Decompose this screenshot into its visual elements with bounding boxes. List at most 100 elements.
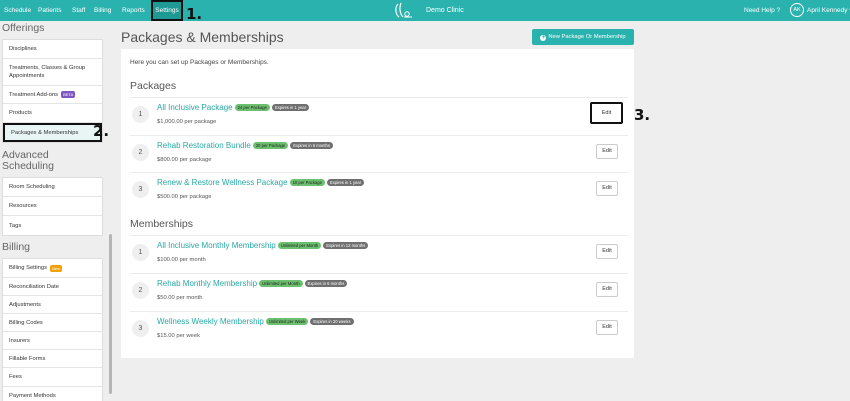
sidebar-item-label: Room Scheduling [9, 184, 55, 190]
sidebar-item-disciplines[interactable]: Disciplines [3, 40, 102, 59]
intro-text: Here you can set up Packages or Membersh… [130, 59, 269, 66]
callout-2: 2. [93, 122, 110, 140]
row-number: 2 [132, 144, 149, 161]
sidebar-item-label: Treatments, Classes & Group Appointments [9, 65, 86, 79]
sidebar-heading-offerings: Offerings [2, 22, 45, 34]
sidebar-item-label: Adjustments [9, 301, 41, 308]
sidebar-item-billing-settings[interactable]: Billing Settings New [3, 259, 102, 278]
edit-button[interactable]: Edit [596, 320, 618, 335]
sidebar-item-treatments[interactable]: Treatments, Classes & Group Appointments [3, 59, 102, 86]
clinic-name: Demo Clinic [426, 7, 464, 14]
nav-settings[interactable]: Settings [151, 0, 183, 21]
nav-patients[interactable]: Patients [38, 0, 62, 21]
sidebar-item-products[interactable]: Products [3, 104, 102, 123]
edit-button[interactable]: Edit [590, 102, 623, 124]
sidebar-item-label: Payment Methods [9, 393, 56, 399]
sidebar-item-packages-memberships[interactable]: Packages & Memberships [3, 123, 102, 142]
expiry-badge: Expires in 6 months [290, 142, 333, 149]
sidebar-group-offerings: Disciplines Treatments, Classes & Group … [2, 39, 103, 143]
membership-row: 1 All Inclusive Monthly Membership Unlimi… [130, 235, 628, 272]
membership-price: $50.00 per month [157, 295, 203, 301]
package-name-line: Rehab Restoration Bundle 20 per Package Ex… [157, 141, 333, 150]
quantity-badge: 10 per Package [289, 179, 325, 186]
edit-button[interactable]: Edit [596, 144, 618, 159]
row-number: 3 [132, 320, 149, 337]
user-menu[interactable]: April Kennedy ▾ [807, 0, 850, 21]
package-name-link[interactable]: Rehab Restoration Bundle [157, 141, 251, 150]
help-link[interactable]: Need Help ? [744, 0, 780, 21]
sidebar-item-room-scheduling[interactable]: Room Scheduling [3, 178, 102, 197]
sidebar-item-reconciliation-date[interactable]: Reconciliation Date [3, 278, 102, 296]
membership-name-link[interactable]: Rehab Monthly Membership [157, 279, 257, 288]
quantity-badge: 20 per Package [252, 142, 289, 149]
sidebar-item-tags[interactable]: Tags [3, 216, 102, 235]
package-price: $1,000.00 per package [157, 119, 217, 125]
sidebar-item-label: Packages & Memberships [11, 129, 79, 136]
quantity-badge: Unlimited per Month [259, 280, 303, 287]
sidebar-item-treatment-addons[interactable]: Treatment Add-ons BETA [3, 86, 102, 104]
membership-name-link[interactable]: Wellness Weekly Membership [157, 317, 264, 326]
top-navigation: Schedule Patients Staff Billing Reports … [0, 0, 850, 21]
nav-billing[interactable]: Billing [94, 0, 111, 21]
membership-price: $100.00 per month [157, 257, 206, 263]
package-name-link[interactable]: Renew & Restore Wellness Package [157, 178, 288, 187]
new-badge: New [50, 264, 63, 272]
sidebar-heading-billing: Billing [2, 241, 31, 253]
package-name-line: All Inclusive Package 24 per Package Expir… [157, 103, 310, 112]
clinic-logo-icon [395, 2, 412, 18]
package-row: 2 Rehab Restoration Bundle 20 per Package… [130, 135, 628, 172]
membership-price: $15.00 per week [157, 333, 200, 339]
sidebar-scrollbar[interactable] [109, 234, 112, 394]
package-price: $500.00 per package [157, 194, 212, 200]
sidebar-item-insurers[interactable]: Insurers [3, 332, 102, 350]
callout-3: 3. [634, 106, 651, 124]
membership-name-link[interactable]: All Inclusive Monthly Membership [157, 241, 276, 250]
plus-circle-icon: + [540, 35, 547, 41]
nav-staff[interactable]: Staff [72, 0, 85, 21]
expiry-badge: Expires in 6 months [304, 280, 348, 287]
sidebar-item-label: Treatment Add-ons [9, 91, 59, 98]
membership-row: 3 Wellness Weekly Membership Unlimited pe… [130, 311, 628, 348]
sidebar-group-advanced: Room Scheduling Resources Tags [2, 177, 103, 236]
package-row: 3 Renew & Restore Wellness Package 10 per… [130, 172, 628, 209]
new-package-membership-button[interactable]: + New Package Or Membership [532, 29, 634, 45]
edit-button[interactable]: Edit [596, 282, 618, 297]
sidebar-item-label: Tags [9, 222, 22, 229]
membership-row: 2 Rehab Monthly Membership Unlimited per … [130, 273, 628, 310]
expiry-badge: Expires in 12 months [323, 242, 369, 249]
beta-badge: BETA [61, 91, 76, 98]
row-number: 2 [132, 282, 149, 299]
row-number: 1 [132, 106, 149, 123]
packages-heading: Packages [130, 80, 177, 92]
row-number: 3 [132, 181, 149, 198]
sidebar-item-fillable-forms[interactable]: Fillable Forms [3, 350, 102, 368]
new-button-label: New Package Or Membership [548, 34, 626, 40]
callout-1: 1. [186, 5, 203, 23]
sidebar-item-label: Billing Settings [9, 265, 48, 271]
sidebar-item-label: Reconciliation Date [9, 283, 59, 290]
sidebar-item-label: Disciplines [9, 46, 37, 52]
sidebar-item-resources[interactable]: Resources [3, 197, 102, 216]
quantity-badge: Unlimited per Week [265, 318, 309, 325]
sidebar-item-adjustments[interactable]: Adjustments [3, 296, 102, 314]
package-name-line: Renew & Restore Wellness Package 10 per P… [157, 178, 365, 187]
edit-button[interactable]: Edit [596, 181, 618, 196]
package-row: 1 All Inclusive Package 24 per Package Exp… [130, 97, 628, 134]
edit-button[interactable]: Edit [596, 244, 618, 259]
nav-reports[interactable]: Reports [122, 0, 145, 21]
user-name: April Kennedy [807, 7, 848, 14]
sidebar-item-label: Insurers [9, 337, 30, 344]
package-name-link[interactable]: All Inclusive Package [157, 103, 233, 112]
sidebar-item-fees[interactable]: Fees [3, 368, 102, 387]
nav-schedule[interactable]: Schedule [4, 0, 31, 21]
memberships-heading: Memberships [130, 218, 194, 230]
sidebar-item-payment-methods[interactable]: Payment Methods [3, 387, 102, 401]
row-number: 1 [132, 244, 149, 261]
expiry-badge: Expires in 1 year [271, 104, 310, 111]
sidebar-item-billing-codes[interactable]: Billing Codes [3, 314, 102, 332]
user-avatar[interactable]: AK [790, 3, 804, 17]
packages-memberships-panel: Here you can set up Packages or Membersh… [121, 49, 634, 358]
membership-name-line: All Inclusive Monthly Membership Unlimite… [157, 241, 369, 250]
package-price: $800.00 per package [157, 157, 212, 163]
sidebar-group-billing: Billing Settings New Reconciliation Date … [2, 258, 103, 401]
